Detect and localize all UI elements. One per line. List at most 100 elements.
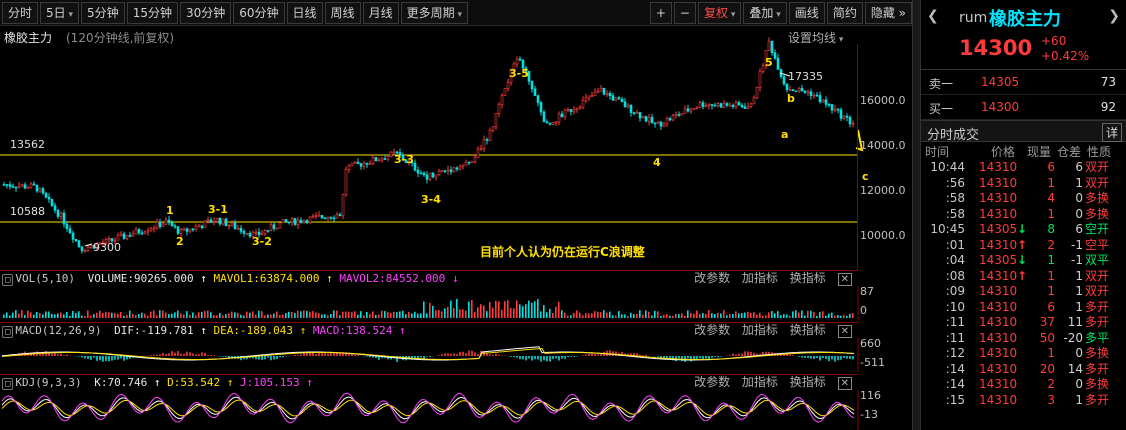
quote-panel: ❮ ❯ rum 橡胶主力 14300 +60 +0.42% 卖一 14305 7… <box>920 0 1126 430</box>
main-chart-frame <box>0 44 858 270</box>
tick-nature: 多换 <box>1085 206 1110 221</box>
tab-daily[interactable]: 日线 <box>286 1 323 24</box>
tick-nature: 空平 <box>1085 237 1110 252</box>
tick-price: 14310 <box>979 330 1018 345</box>
up-arrow-icon: ↑ <box>299 324 307 337</box>
tick-volume: 1 <box>1047 253 1055 267</box>
tick-row: :11 14310 50 -20 多平 <box>921 331 1126 347</box>
tick-time: :09 <box>945 284 965 298</box>
tick-price: 14310 <box>979 346 1018 360</box>
close-icon[interactable]: ✕ <box>837 273 852 286</box>
tick-row: :09 14310 1 1 双开 <box>921 284 1126 300</box>
close-icon[interactable]: ✕ <box>837 377 852 390</box>
draw-button[interactable]: 画线 <box>788 2 825 24</box>
tick-volume: 1 <box>1047 268 1055 283</box>
add-indicator-button[interactable]: 加指标 <box>742 323 778 337</box>
vol-panel-header: □ VOL(5,10) VOLUME:90265.000 ↑ MAVOL1:638… <box>0 270 858 286</box>
tick-nature: 多开 <box>1085 361 1110 376</box>
kdj-d: D:53.542 <box>167 376 221 389</box>
tick-time: :08 <box>945 268 965 283</box>
panel-collapse-icon[interactable]: □ <box>2 326 14 338</box>
tick-time: 10:45 <box>930 222 965 236</box>
tab-30min[interactable]: 30分钟 <box>179 1 232 24</box>
tab-weekly[interactable]: 周线 <box>324 1 361 24</box>
tick-volume: 2 <box>1047 237 1055 252</box>
wave-label-c: c <box>862 170 869 183</box>
add-indicator-button[interactable]: 加指标 <box>742 271 778 285</box>
simple-button[interactable]: 简约 <box>826 2 863 24</box>
add-indicator-button[interactable]: 加指标 <box>742 375 778 389</box>
tab-5min[interactable]: 5分钟 <box>81 1 125 24</box>
tick-price: 14310 <box>979 237 1018 252</box>
tab-15min[interactable]: 15分钟 <box>126 1 178 24</box>
hide-button[interactable]: 隐藏 » <box>864 2 912 24</box>
swap-indicator-button[interactable]: 换指标 <box>790 375 826 389</box>
sell1-price: 14305 <box>981 75 1020 89</box>
tab-monthly[interactable]: 月线 <box>362 1 399 24</box>
tick-time: :58 <box>945 206 965 221</box>
panel-collapse-icon[interactable]: □ <box>2 274 14 286</box>
wave-label-3-2: 3-2 <box>252 235 272 248</box>
tab-intraday[interactable]: 分时 <box>2 1 39 24</box>
close-icon[interactable]: ✕ <box>837 325 852 338</box>
ref-label-13562: 13562 <box>10 138 45 151</box>
wave-label-3-1: 3-1 <box>208 203 228 216</box>
tab-60min[interactable]: 60分钟 <box>233 1 285 24</box>
hide-label: 隐藏 <box>870 6 895 20</box>
analysis-annotation: 目前个人认为仍在运行C浪调整 <box>480 245 645 259</box>
tick-nature: 多开 <box>1085 299 1110 314</box>
edit-params-button[interactable]: 改参数 <box>694 375 730 389</box>
edit-params-button[interactable]: 改参数 <box>694 271 730 285</box>
tick-row: :15 14310 3 1 多开 <box>921 393 1126 409</box>
change-percent: +0.42% <box>1041 49 1090 63</box>
down-arrow-icon: ↓ <box>1017 222 1028 236</box>
kdj-lines <box>1 392 855 424</box>
tick-detail-button[interactable]: 详 <box>1101 123 1122 142</box>
tick-nature: 多开 <box>1085 315 1110 329</box>
vol-panel-tools: 改参数 加指标 换指标 ✕ <box>686 271 852 287</box>
tick-oi-change: -1 <box>1071 237 1083 252</box>
tick-nature: 空开 <box>1085 222 1110 236</box>
tick-volume: 20 <box>1039 361 1055 376</box>
tick-row: :56 14310 1 1 双开 <box>921 176 1126 192</box>
tick-oi-change: 1 <box>1075 392 1083 407</box>
zoom-out-button[interactable]: − <box>673 2 696 24</box>
tick-row: :11 14310 37 11 多开 <box>921 315 1126 331</box>
swap-indicator-button[interactable]: 换指标 <box>790 323 826 337</box>
tick-list-header: 分时成交 详 <box>921 120 1126 143</box>
tick-oi-change: 0 <box>1075 191 1083 205</box>
tick-row: :01 14310 2 -1 空平 ↑ <box>921 238 1126 254</box>
col-volume: 现量 <box>1027 145 1052 159</box>
tick-price: 14310 <box>979 284 1018 298</box>
tick-time: :10 <box>945 299 965 314</box>
macd-dif: DIF:-119.781 <box>114 324 194 337</box>
tick-row: :04 14305 1 -1 双平 ↓ <box>921 253 1126 269</box>
tab-5day[interactable]: 5日 <box>40 1 80 24</box>
overlay-dropdown[interactable]: 叠加 <box>743 2 787 24</box>
wave-label-3-3: 3-3 <box>394 153 414 166</box>
edit-params-button[interactable]: 改参数 <box>694 323 730 337</box>
next-symbol-icon[interactable]: ❯ <box>1108 8 1120 24</box>
panel-splitter[interactable] <box>912 0 920 430</box>
tick-list[interactable]: 10:44 14310 6 6 双开:56 14310 1 1 双开:58 14310 4 0 多换:5… <box>921 160 1126 408</box>
macd-panel-header: □ MACD(12,26,9) DIF:-119.781 ↑ DEA:-189.0… <box>0 322 858 338</box>
buy1-volume: 92 <box>1100 100 1116 114</box>
tick-volume: 8 <box>1047 222 1055 236</box>
down-arrow-icon: ↓ <box>451 272 459 285</box>
tick-oi-change: 6 <box>1075 160 1083 174</box>
y-tick-14000: 14000.0 <box>860 139 906 152</box>
col-time: 时间 <box>925 145 950 159</box>
swap-indicator-button[interactable]: 换指标 <box>790 271 826 285</box>
panel-collapse-icon[interactable]: □ <box>2 378 14 390</box>
ref-label-10588: 10588 <box>10 205 45 218</box>
tick-oi-change: 0 <box>1075 377 1083 391</box>
prev-symbol-icon[interactable]: ❮ <box>927 8 939 24</box>
tick-oi-change: -1 <box>1071 253 1083 267</box>
zoom-in-button[interactable]: + <box>649 2 672 24</box>
last-price: 14300 <box>959 36 1033 60</box>
buy1-price: 14300 <box>981 100 1020 114</box>
tick-nature: 双开 <box>1085 175 1110 190</box>
wave-label-2: 2 <box>176 235 184 248</box>
more-periods-dropdown[interactable]: 更多周期 <box>400 1 468 24</box>
adjust-dropdown[interactable]: 复权 <box>697 2 742 24</box>
